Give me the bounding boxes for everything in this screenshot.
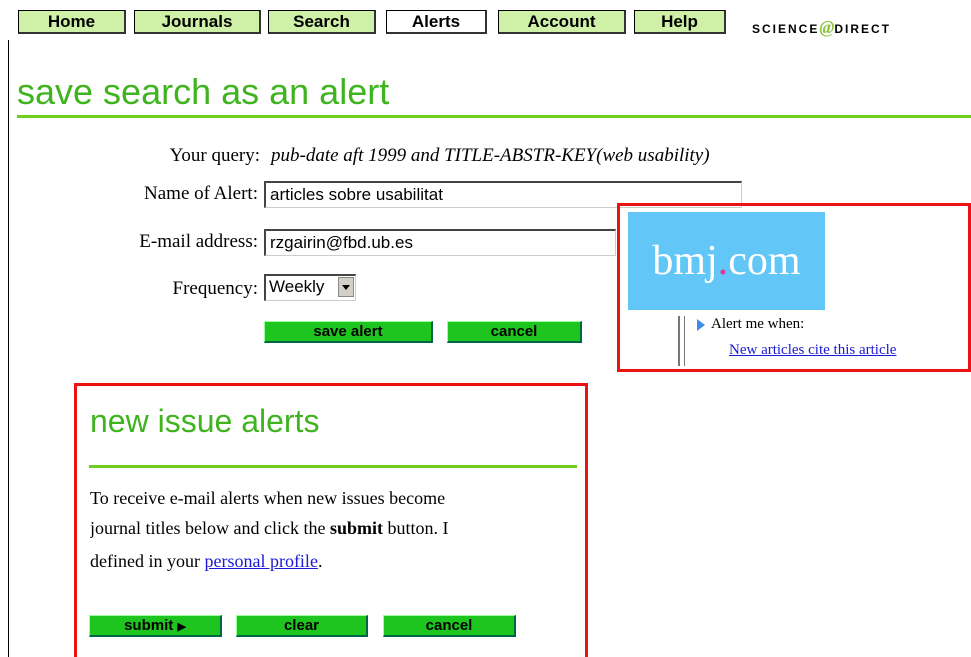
nav-tab-account[interactable]: Account bbox=[498, 10, 626, 34]
new-issue-divider bbox=[89, 465, 577, 468]
bmj-alert-text: Alert me when: bbox=[711, 316, 805, 332]
line3-after: . bbox=[317, 551, 323, 571]
query-value: pub-date aft 1999 and TITLE-ABSTR-KEY(we… bbox=[271, 145, 710, 166]
title-divider bbox=[17, 115, 971, 118]
brand-at: @ bbox=[819, 17, 835, 37]
nav-tab-alerts[interactable]: Alerts bbox=[386, 10, 487, 34]
line2-after: button. I bbox=[382, 518, 449, 538]
personal-profile-link[interactable]: personal profile bbox=[204, 551, 317, 571]
submit-label: submit bbox=[124, 617, 174, 634]
left-border-line bbox=[8, 40, 9, 657]
bmj-logo-dot: . bbox=[717, 238, 729, 284]
bmj-vertical-rule-2 bbox=[684, 316, 685, 366]
sciencedirect-logo[interactable]: SCIENCE@DIRECT bbox=[752, 17, 891, 37]
query-label: Your query: bbox=[169, 145, 260, 166]
nav-tab-search[interactable]: Search bbox=[268, 10, 376, 34]
nav-tab-journals[interactable]: Journals bbox=[134, 10, 261, 34]
bmj-logo[interactable]: bmj.com bbox=[628, 212, 825, 310]
new-articles-cite-link[interactable]: New articles cite this article bbox=[729, 342, 896, 359]
bmj-logo-right: com bbox=[728, 238, 801, 284]
email-label: E-mail address: bbox=[139, 231, 258, 252]
line2-bold: submit bbox=[329, 518, 383, 538]
nav-tab-home[interactable]: Home bbox=[18, 10, 126, 34]
new-issue-text-line2: journal titles below and click the submi… bbox=[90, 513, 584, 543]
nav-tab-help[interactable]: Help bbox=[634, 10, 726, 34]
page-title: save search as an alert bbox=[17, 71, 390, 112]
new-issue-cancel-button[interactable]: cancel bbox=[383, 615, 516, 637]
brand-right: DIRECT bbox=[834, 22, 891, 36]
email-input[interactable]: rzgairin@fbd.ub.es bbox=[264, 229, 616, 256]
dropdown-arrow-icon[interactable] bbox=[338, 277, 354, 297]
save-alert-button[interactable]: save alert bbox=[264, 321, 433, 343]
alert-name-label: Name of Alert: bbox=[144, 183, 258, 204]
bmj-vertical-rule-1 bbox=[678, 316, 680, 366]
frequency-select[interactable]: Weekly bbox=[264, 274, 356, 301]
clear-button[interactable]: clear bbox=[236, 615, 368, 637]
new-issue-title: new issue alerts bbox=[90, 403, 320, 439]
bmj-logo-left: bmj bbox=[652, 238, 718, 284]
new-issue-text-line1: To receive e-mail alerts when new issues… bbox=[90, 488, 446, 508]
frequency-label: Frequency: bbox=[172, 278, 258, 299]
line2-before: journal titles below and click the bbox=[90, 518, 330, 538]
frequency-value: Weekly bbox=[269, 277, 325, 296]
triangle-bullet-icon bbox=[697, 319, 705, 331]
cancel-button[interactable]: cancel bbox=[447, 321, 582, 343]
brand-left: SCIENCE bbox=[752, 22, 820, 36]
submit-button[interactable]: submit ▶ bbox=[89, 615, 222, 637]
line3-before: defined in your bbox=[90, 551, 205, 571]
submit-arrow-icon: ▶ bbox=[177, 621, 186, 633]
new-issue-text-line3: defined in your personal profile. bbox=[90, 546, 584, 576]
